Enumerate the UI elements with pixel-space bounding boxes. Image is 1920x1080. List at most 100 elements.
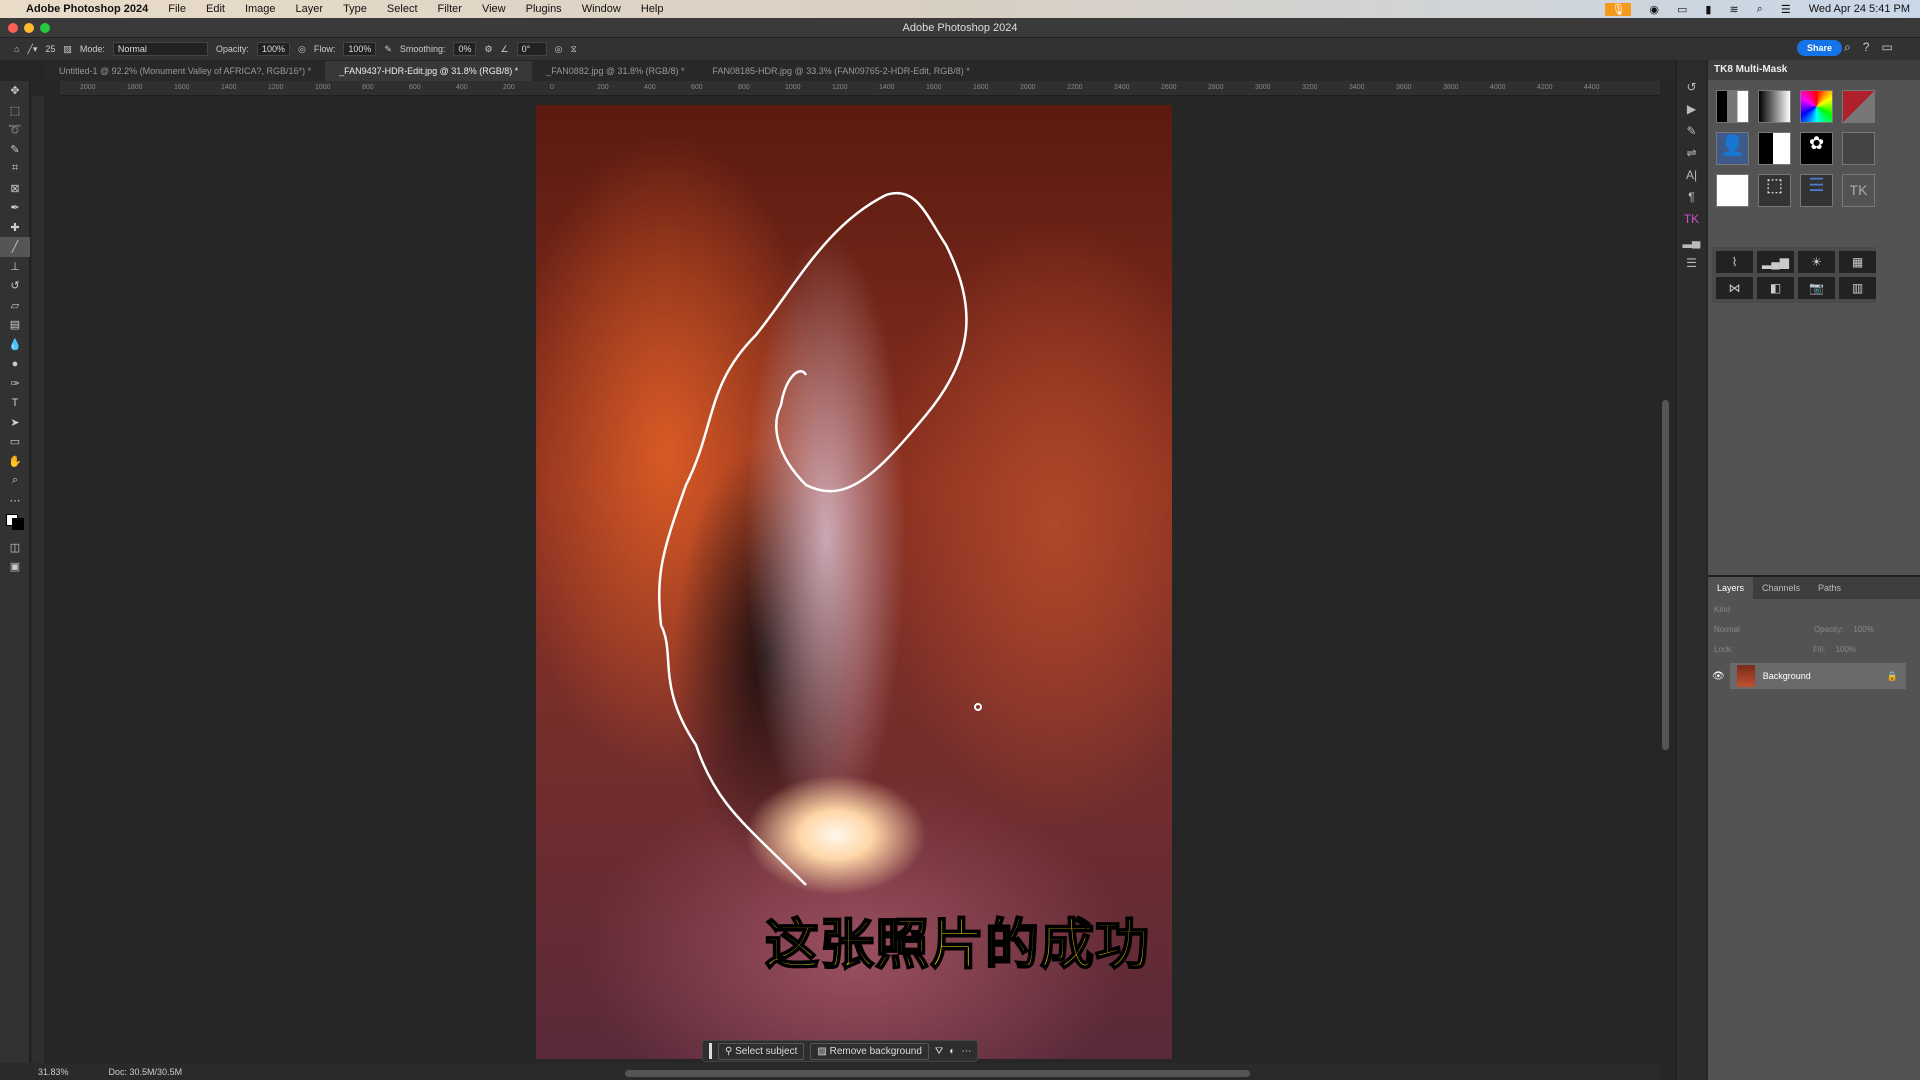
menu-help[interactable]: Help	[641, 3, 664, 15]
color-swatches[interactable]	[0, 510, 30, 530]
layer-row-background[interactable]: 👁 Background 🔒	[1712, 663, 1906, 689]
levels-icon[interactable]: ▂▄▆	[1757, 251, 1794, 273]
path-select-icon[interactable]: ➤	[0, 413, 30, 433]
brush-size[interactable]: 25	[45, 44, 55, 54]
menu-type[interactable]: Type	[343, 3, 367, 15]
select-subject-button[interactable]: ⚲ Select subject	[718, 1042, 805, 1060]
menu-app-name[interactable]: Adobe Photoshop 2024	[26, 3, 148, 15]
curves-icon[interactable]: ⌇	[1716, 251, 1753, 273]
selection-edit-icon[interactable]: ⬚	[1758, 174, 1791, 207]
visibility-eye-icon[interactable]: 👁	[1712, 671, 1725, 682]
doc-size[interactable]: Doc: 30.5M/30.5M	[109, 1067, 183, 1077]
tab-fan08185[interactable]: FAN08185-HDR.jpg @ 33.3% (FAN09765-2-HDR…	[699, 61, 984, 81]
gradient-tool-icon[interactable]: ▤	[0, 315, 30, 335]
close-window-button[interactable]	[8, 23, 18, 33]
character-icon[interactable]: A|	[1677, 168, 1706, 190]
brush-settings-icon[interactable]: ▨	[63, 44, 72, 55]
search-icon[interactable]: ⌕	[1844, 40, 1851, 55]
kind-filter[interactable]: Kind	[1714, 605, 1730, 614]
pen-tool-icon[interactable]: ✑	[0, 374, 30, 394]
color-mask-icon[interactable]	[1800, 90, 1833, 123]
marquee-tool-icon[interactable]: ⬚	[0, 101, 30, 121]
more-options-icon[interactable]: ⋯	[961, 1046, 971, 1057]
mask-icon[interactable]: ◐	[949, 1046, 955, 1057]
zoom-level[interactable]: 31.83%	[38, 1067, 69, 1077]
luminosity-mask-icon[interactable]	[1716, 90, 1749, 123]
stamp-tool-icon[interactable]: ⊥	[0, 257, 30, 277]
search-icon[interactable]: ⌕	[1757, 3, 1763, 16]
tab-fan9437[interactable]: _FAN9437-HDR-Edit.jpg @ 31.8% (RGB/8) *	[325, 61, 533, 81]
generative-icon[interactable]: ⛛	[935, 1046, 943, 1057]
wifi-icon[interactable]: ≋	[1729, 3, 1738, 16]
control-center-icon[interactable]: ☰	[1781, 3, 1791, 16]
paragraph-icon[interactable]: ¶	[1677, 190, 1706, 212]
fill-field[interactable]: 100%	[1836, 645, 1856, 654]
tab-untitled-1[interactable]: Untitled-1 @ 92.2% (Monument Valley of A…	[45, 61, 325, 81]
pressure-opacity-icon[interactable]: ◎	[298, 44, 306, 55]
zoom-window-button[interactable]	[40, 23, 50, 33]
adjustments-icon[interactable]: ⇌	[1677, 146, 1706, 168]
gradient-map-icon[interactable]: ▥	[1839, 277, 1876, 299]
flower-mask-icon[interactable]: ✿	[1800, 132, 1833, 165]
channel-mixer-icon[interactable]: ⋈	[1716, 277, 1753, 299]
vignette-mask-icon[interactable]	[1716, 174, 1749, 207]
quick-mask-icon[interactable]: ◫	[0, 538, 30, 558]
horizontal-scrollbar[interactable]	[625, 1070, 1250, 1077]
menu-view[interactable]: View	[482, 3, 506, 15]
menu-edit[interactable]: Edit	[206, 3, 225, 15]
history-brush-icon[interactable]: ↺	[0, 276, 30, 296]
home-icon[interactable]: ⌂	[14, 44, 19, 54]
opacity-field[interactable]: 100%	[256, 42, 290, 56]
properties-icon[interactable]: ☰	[1677, 256, 1706, 278]
layer-opacity-field[interactable]: 100%	[1853, 625, 1873, 634]
type-tool-icon[interactable]: T	[0, 393, 30, 413]
smoothing-field[interactable]: 0%	[453, 42, 477, 56]
tab-paths[interactable]: Paths	[1809, 577, 1850, 599]
tk8-icon[interactable]: TK	[1677, 212, 1706, 234]
move-tool-icon[interactable]: ✥	[0, 81, 30, 101]
symmetry-icon[interactable]: ⧖	[570, 44, 576, 55]
eyedropper-tool-icon[interactable]: ✒	[0, 198, 30, 218]
rectangle-tool-icon[interactable]: ▭	[0, 432, 30, 452]
mode-select[interactable]: Normal	[112, 42, 208, 56]
angle-field[interactable]: 0°	[516, 42, 547, 56]
screen-mode-icon[interactable]: ▣	[0, 557, 30, 577]
quick-select-tool-icon[interactable]: ✎	[0, 140, 30, 160]
blend-mode-select[interactable]: Normal	[1714, 625, 1804, 634]
dodge-tool-icon[interactable]: ●	[0, 354, 30, 374]
menu-select[interactable]: Select	[387, 3, 418, 15]
contrast-mask-icon[interactable]	[1758, 132, 1791, 165]
tab-layers[interactable]: Layers	[1708, 577, 1754, 599]
brush-tool-icon[interactable]: ╱	[0, 237, 30, 257]
menu-layer[interactable]: Layer	[296, 3, 324, 15]
tab-channels[interactable]: Channels	[1753, 577, 1809, 599]
minimize-window-button[interactable]	[24, 23, 34, 33]
camera-raw-icon[interactable]: 📷	[1798, 277, 1835, 299]
brightness-icon[interactable]: ☀	[1798, 251, 1835, 273]
eyedropper-mask-icon[interactable]	[1758, 90, 1791, 123]
display-icon[interactable]: ▭	[1677, 3, 1687, 16]
workspace-icon[interactable]: ▭	[1881, 40, 1892, 55]
combine-mask-icon[interactable]	[1842, 132, 1875, 165]
zoom-tool-icon[interactable]: ⌕	[0, 471, 30, 491]
tk-logo-icon[interactable]: TK	[1842, 174, 1875, 207]
flow-field[interactable]: 100%	[343, 42, 377, 56]
healing-tool-icon[interactable]: ✚	[0, 218, 30, 238]
lasso-tool-icon[interactable]: ➰	[0, 120, 30, 140]
pressure-size-icon[interactable]: ◎	[555, 44, 563, 55]
tab-fan0882[interactable]: _FAN0882.jpg @ 31.8% (RGB/8) *	[532, 61, 698, 81]
share-button[interactable]: Share	[1797, 40, 1843, 56]
menu-window[interactable]: Window	[582, 3, 621, 15]
brush-settings-icon[interactable]: ✎	[1677, 124, 1706, 146]
drag-handle[interactable]	[709, 1043, 712, 1059]
record-icon[interactable]: ◉	[1649, 3, 1659, 16]
brush-tool-icon[interactable]: ╱▾	[27, 44, 37, 55]
gear-icon[interactable]: ⚙	[484, 44, 492, 55]
menu-plugins[interactable]: Plugins	[526, 3, 562, 15]
history-icon[interactable]: ↺	[1677, 80, 1706, 102]
menu-image[interactable]: Image	[245, 3, 276, 15]
battery-icon[interactable]: ▮	[1705, 3, 1711, 16]
microphone-icon[interactable]: 🎙	[1605, 2, 1632, 16]
blur-tool-icon[interactable]: 💧	[0, 335, 30, 355]
remove-background-button[interactable]: ▨ Remove background	[810, 1042, 929, 1060]
